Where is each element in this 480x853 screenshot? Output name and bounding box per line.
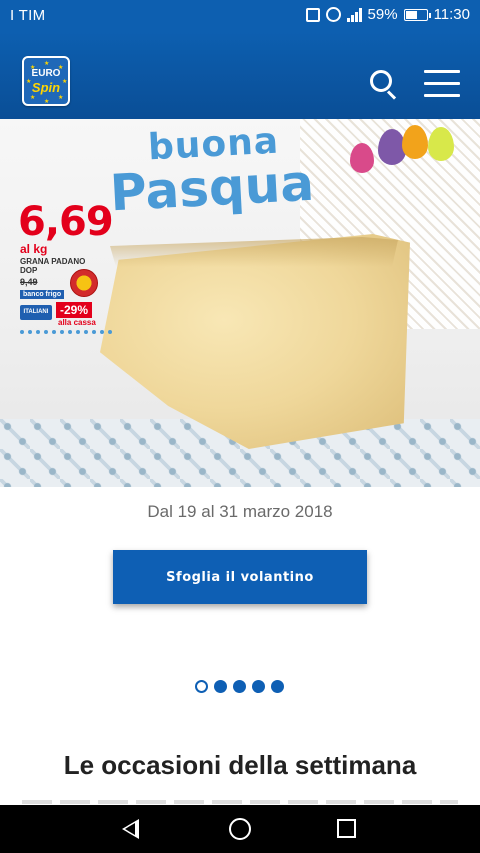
product-price: 6,69 — [18, 199, 114, 245]
browse-flyer-button[interactable]: Sfoglia il volantino — [113, 550, 367, 604]
promo-date-range: Dal 19 al 31 marzo 2018 — [147, 502, 333, 521]
carousel-dot[interactable] — [252, 680, 265, 693]
carousel-dot[interactable] — [233, 680, 246, 693]
easter-egg — [350, 143, 374, 173]
clock: 11:30 — [433, 6, 470, 23]
carousel-dot[interactable] — [195, 680, 208, 693]
eurospin-logo[interactable]: ★ ★ ★ ★ ★ ★ ★ ★ EURO Spin — [22, 56, 70, 106]
section-subtitle-clipped — [22, 800, 458, 804]
battery-percent: 59% — [367, 6, 398, 23]
banner-title-line2: Pasqua — [108, 153, 316, 223]
menu-button[interactable] — [424, 70, 460, 98]
vibrate-icon — [305, 7, 320, 22]
home-icon[interactable] — [229, 818, 251, 840]
discount-badge: -29% — [56, 302, 93, 318]
promo-banner[interactable]: buona Pasqua 6,69 al kg GRANA PADANO DOP… — [0, 119, 480, 487]
battery-icon — [403, 8, 431, 21]
status-bar: I TIM 59% 11:30 — [0, 0, 480, 32]
section-title: Le occasioni della settimana — [63, 750, 417, 780]
navigation-bar — [0, 805, 480, 853]
recent-apps-icon[interactable] — [337, 819, 356, 838]
hamburger-menu-icon — [424, 70, 460, 73]
app-header: ★ ★ ★ ★ ★ ★ ★ ★ EURO Spin — [0, 32, 480, 119]
easter-egg — [428, 127, 454, 161]
counter-label: banco frigo — [20, 290, 65, 299]
logo-text-spin: Spin — [31, 80, 61, 95]
carousel-dot[interactable] — [271, 680, 284, 693]
back-icon[interactable] — [122, 819, 139, 839]
search-button[interactable] — [368, 68, 400, 100]
discount-note: alla cassa — [58, 318, 96, 327]
decorative-dots — [20, 330, 112, 334]
alarm-icon — [325, 7, 341, 22]
logo-text-euro: EURO — [31, 68, 61, 79]
carousel-dot[interactable] — [214, 680, 227, 693]
price-unit: al kg — [20, 242, 48, 256]
old-price: 9,49 — [20, 277, 38, 287]
dop-seal-icon — [70, 269, 98, 297]
carrier-label: I TIM — [10, 7, 46, 24]
signal-icon — [346, 7, 362, 22]
carousel-indicator — [195, 680, 284, 693]
italiani-badge: ITALIANI — [20, 305, 52, 320]
easter-egg — [402, 125, 428, 159]
search-icon — [370, 70, 392, 92]
status-icons: 59% 11:30 — [305, 6, 470, 23]
